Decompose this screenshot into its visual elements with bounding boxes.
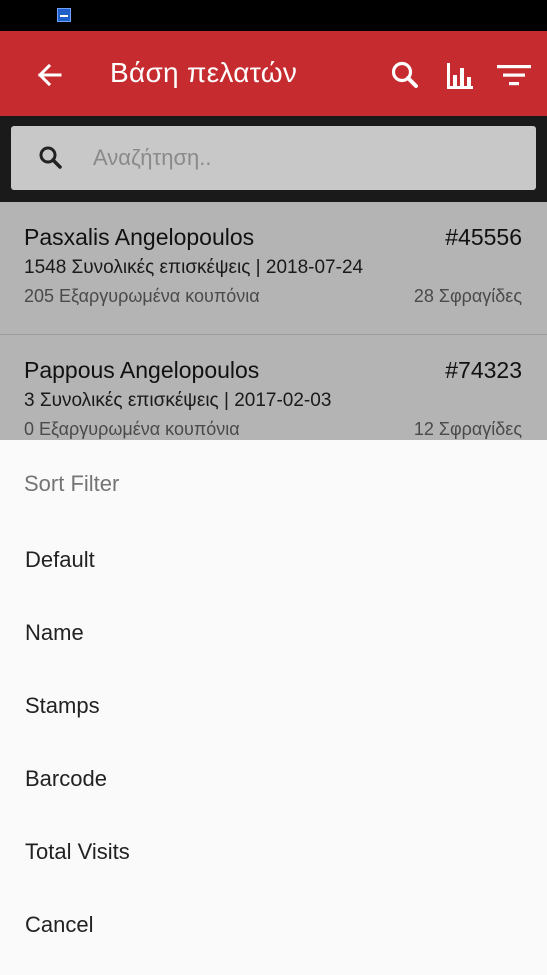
customer-name: Pappous Angelopoulos [24, 357, 260, 383]
statistics-button[interactable] [440, 55, 480, 95]
customer-number: #45556 [445, 224, 522, 250]
notification-icon [57, 8, 71, 22]
sheet-title: Sort Filter [24, 471, 120, 496]
sort-option-barcode[interactable]: Barcode [0, 742, 547, 815]
customer-list-item[interactable]: Pappous Angelopoulos #74323 3 Συνολικές … [0, 335, 547, 440]
customer-number: #74323 [445, 357, 522, 383]
back-button[interactable] [30, 55, 70, 95]
customer-visits: 3 Συνολικές επισκέψεις | 2017-02-03 [24, 390, 332, 411]
search-icon [35, 142, 67, 174]
toolbar: Βάση πελατών [0, 31, 547, 116]
sort-option-total-visits[interactable]: Total Visits [0, 815, 547, 888]
search-bar-container [0, 116, 547, 202]
customer-stamps: 12 Σφραγίδες [413, 419, 522, 439]
cancel-button[interactable]: Cancel [0, 888, 547, 961]
bar-chart-icon [447, 63, 473, 89]
customer-stamps: 28 Σφραγίδες [413, 286, 522, 306]
search-button[interactable] [385, 55, 425, 95]
filter-button[interactable] [494, 55, 534, 95]
sort-filter-sheet: Sort Filter Default Name Stamps Barcode … [0, 440, 547, 975]
filter-icon [497, 65, 531, 86]
sort-option-stamps[interactable]: Stamps [0, 669, 547, 742]
arrow-back-icon [37, 63, 62, 87]
customer-name: Pasxalis Angelopoulos [24, 224, 255, 250]
customer-list-item[interactable]: Pasxalis Angelopoulos #45556 1548 Συνολι… [0, 202, 547, 335]
search-input[interactable] [93, 138, 513, 178]
search-box[interactable] [11, 126, 536, 190]
sort-option-name[interactable]: Name [0, 596, 547, 669]
search-icon [391, 61, 418, 88]
customer-coupons: 0 Εξαργυρωμένα κουπόνια [24, 419, 240, 439]
status-bar [0, 0, 547, 31]
customer-coupons: 205 Εξαργυρωμένα κουπόνια [24, 286, 260, 306]
sort-option-default[interactable]: Default [0, 523, 547, 596]
page-title: Βάση πελατών [110, 57, 298, 88]
customer-visits: 1548 Συνολικές επισκέψεις | 2018-07-24 [24, 257, 364, 278]
customer-list: Pasxalis Angelopoulos #45556 1548 Συνολι… [0, 202, 547, 440]
